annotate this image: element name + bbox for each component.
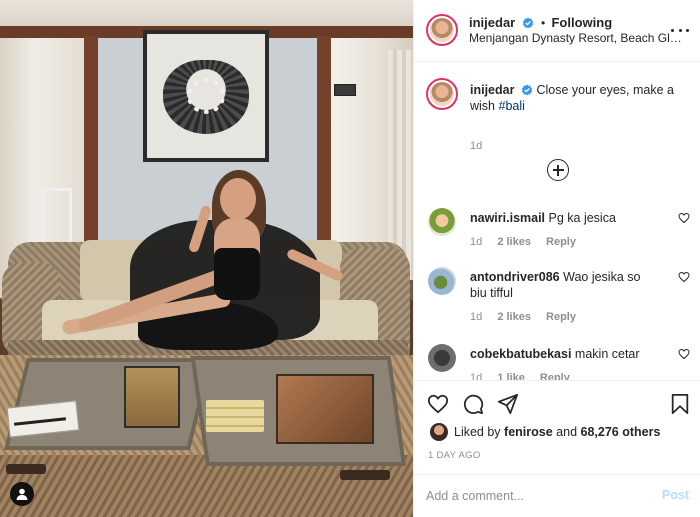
comment-time[interactable]: 1d: [470, 236, 482, 248]
photo-pillar-left: [84, 36, 98, 261]
comment-likes[interactable]: 2 likes: [497, 236, 531, 248]
photo-book: [124, 366, 180, 428]
heart-icon[interactable]: [427, 393, 449, 415]
verified-badge-icon: [522, 17, 533, 29]
bookmark-icon[interactable]: [669, 393, 691, 415]
comments-list[interactable]: inijedar Close your eyes, make a wish #b…: [414, 62, 700, 380]
comment-username[interactable]: cobekbatubekasi: [470, 347, 571, 361]
comment-item: nawiri.ismail Pg ka jesica 1d 2 likes Re…: [426, 208, 692, 264]
comment-avatar[interactable]: [428, 267, 456, 295]
add-comment-bar: Post: [414, 474, 700, 517]
comment-avatar[interactable]: [428, 344, 456, 372]
photo-face: [220, 178, 256, 220]
photo-wall-art: [143, 30, 269, 162]
likes-summary: Liked by fenirose and 68,276 others: [430, 423, 660, 441]
likes-joiner: and: [556, 425, 578, 439]
comment-body: Pg ka jesica: [548, 211, 616, 225]
post-comment-button[interactable]: Post: [662, 488, 689, 502]
comment-meta: 1d 1 like Reply: [470, 372, 582, 380]
tagged-user-icon[interactable]: [10, 482, 34, 506]
comment-avatar[interactable]: [428, 208, 456, 236]
post-timestamp[interactable]: 1 DAY AGO: [428, 450, 481, 461]
post-sidebar: inijedar • Following Menjangan Dynasty R…: [413, 0, 700, 517]
comment-meta: 1d 2 likes Reply: [470, 311, 588, 323]
comment-meta: 1d 2 likes Reply: [470, 236, 588, 248]
comment-likes[interactable]: 2 likes: [497, 311, 531, 323]
caption-avatar[interactable]: [426, 78, 458, 110]
photo-ac-unit: [334, 84, 356, 96]
author-line: inijedar • Following: [469, 15, 612, 30]
likes-prefix: Liked by: [454, 425, 501, 439]
photo-pillar-right: [317, 36, 331, 261]
comment-username[interactable]: antondriver086: [470, 270, 560, 284]
photo-strap: [6, 464, 46, 474]
more-options-icon[interactable]: [671, 21, 689, 39]
comment-input[interactable]: [426, 485, 646, 507]
photo-cards: [206, 400, 264, 432]
heart-icon[interactable]: [678, 212, 690, 224]
caption-username[interactable]: inijedar: [470, 83, 514, 97]
photo-map-book: [276, 374, 374, 444]
liker-username[interactable]: fenirose: [504, 425, 553, 439]
photo-legs: [60, 262, 232, 336]
caption-hashtag[interactable]: #bali: [499, 99, 525, 113]
caption-time[interactable]: 1d: [470, 140, 482, 152]
heart-icon[interactable]: [678, 348, 690, 360]
author-username[interactable]: inijedar: [469, 15, 515, 30]
likes-others[interactable]: 68,276 others: [581, 425, 661, 439]
location-link[interactable]: Menjangan Dynasty Resort, Beach Glamping…: [469, 31, 687, 45]
photo-necklace-art: [163, 56, 249, 136]
comment-text: antondriver086 Wao jesika so biu tifful: [470, 269, 660, 301]
separator-dot: •: [540, 16, 546, 30]
plus-circle-icon[interactable]: [547, 159, 569, 181]
comment-text: cobekbatubekasi makin cetar: [470, 346, 660, 362]
post-actions: Liked by fenirose and 68,276 others 1 DA…: [414, 380, 700, 517]
verified-badge-icon: [521, 84, 533, 96]
reply-button[interactable]: Reply: [546, 236, 576, 248]
post-photo[interactable]: [0, 0, 413, 517]
heart-icon[interactable]: [678, 271, 690, 283]
author-avatar[interactable]: [426, 14, 458, 46]
liker-avatar[interactable]: [430, 423, 448, 441]
post-header: inijedar • Following Menjangan Dynasty R…: [414, 0, 700, 62]
comment-item: antondriver086 Wao jesika so biu tifful …: [426, 267, 692, 323]
share-icon[interactable]: [497, 393, 519, 415]
reply-button[interactable]: Reply: [540, 372, 570, 380]
comment-item: cobekbatubekasi makin cetar 1d 1 like Re…: [426, 344, 692, 380]
caption-text: inijedar Close your eyes, make a wish #b…: [470, 82, 692, 114]
comment-username[interactable]: nawiri.ismail: [470, 211, 545, 225]
comment-time[interactable]: 1d: [470, 372, 482, 380]
comment-text: nawiri.ismail Pg ka jesica: [470, 210, 660, 226]
comment-body: makin cetar: [574, 347, 640, 361]
reply-button[interactable]: Reply: [546, 311, 576, 323]
photo-swimsuit: [214, 248, 260, 300]
photo-strap: [340, 470, 390, 480]
comment-time[interactable]: 1d: [470, 311, 482, 323]
comment-likes[interactable]: 1 like: [497, 372, 525, 380]
following-button[interactable]: Following: [551, 15, 612, 30]
comment-icon[interactable]: [462, 393, 484, 415]
